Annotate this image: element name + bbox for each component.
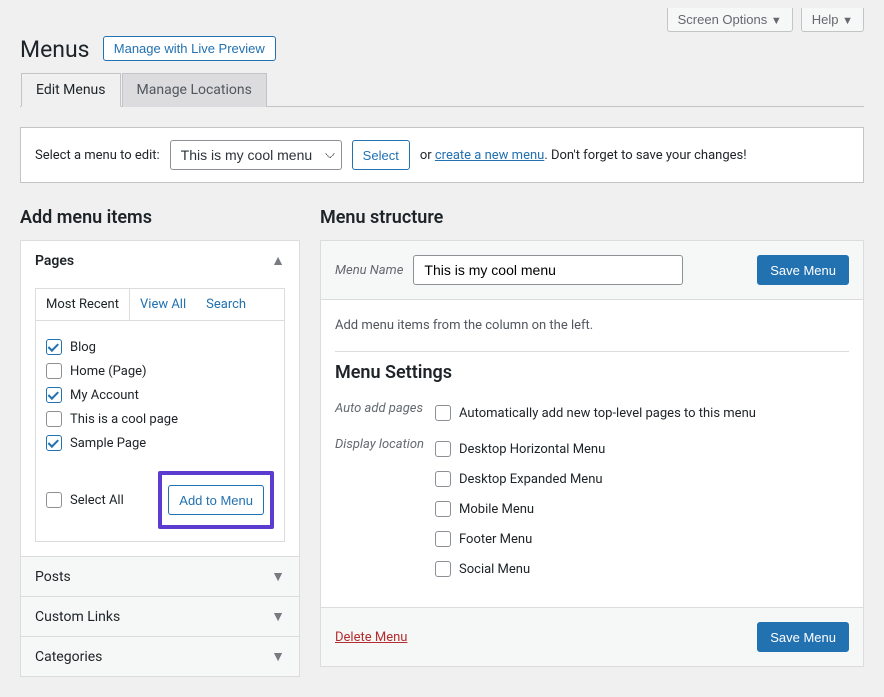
chevron-down-icon: ▼ <box>842 15 853 27</box>
checkbox-select-all[interactable] <box>46 492 62 508</box>
checkbox-loc-social[interactable] <box>435 561 451 577</box>
tab-edit-menus[interactable]: Edit Menus <box>21 73 121 107</box>
chevron-up-icon: ▲ <box>271 252 285 269</box>
save-menu-button-bottom[interactable]: Save Menu <box>757 622 849 652</box>
menu-name-input[interactable] <box>413 255 683 285</box>
checkbox-loc-mobile[interactable] <box>435 501 451 517</box>
accordion-categories[interactable]: Categories ▼ <box>21 637 299 676</box>
chevron-down-icon: ▼ <box>271 608 285 625</box>
manage-live-preview-button[interactable]: Manage with Live Preview <box>103 36 276 61</box>
page-label: This is a cool page <box>70 412 178 427</box>
page-label: Blog <box>70 340 96 355</box>
checkbox-page-cool[interactable] <box>46 411 62 427</box>
screen-options-button[interactable]: Screen Options ▼ <box>667 8 793 32</box>
chevron-down-icon: ▼ <box>271 568 285 585</box>
select-menu-button[interactable]: Select <box>352 140 410 170</box>
tab-manage-locations[interactable]: Manage Locations <box>122 73 267 107</box>
help-button[interactable]: Help ▼ <box>801 8 864 32</box>
accordion-pages[interactable]: Pages ▲ <box>21 241 299 280</box>
menu-structure-heading: Menu structure <box>320 207 864 228</box>
auto-add-label: Auto add pages <box>335 401 435 425</box>
chevron-down-icon: ▼ <box>271 648 285 665</box>
menu-select[interactable]: This is my cool menu <box>170 140 342 170</box>
page-label: My Account <box>70 388 139 403</box>
checkbox-auto-add[interactable] <box>435 405 451 421</box>
menu-select-bar: Select a menu to edit: This is my cool m… <box>20 127 864 183</box>
menu-items-accordion: Pages ▲ Most Recent View All Search B <box>20 240 300 677</box>
page-label: Home (Page) <box>70 364 147 379</box>
page-title: Menus <box>20 36 90 63</box>
chevron-down-icon: ▼ <box>771 15 782 27</box>
subtab-search[interactable]: Search <box>196 289 256 320</box>
display-location-label: Display location <box>335 437 435 581</box>
checkbox-loc-footer[interactable] <box>435 531 451 547</box>
checkbox-page-home[interactable] <box>46 363 62 379</box>
accordion-custom-links[interactable]: Custom Links ▼ <box>21 597 299 636</box>
add-to-menu-button[interactable]: Add to Menu <box>168 485 264 515</box>
create-new-menu-link[interactable]: create a new menu <box>435 148 544 163</box>
select-menu-prompt: Select a menu to edit: <box>35 148 160 163</box>
checkbox-loc-desktop-expanded[interactable] <box>435 471 451 487</box>
menu-name-label: Menu Name <box>335 263 403 278</box>
checkbox-page-blog[interactable] <box>46 339 62 355</box>
subtab-view-all[interactable]: View All <box>130 289 196 320</box>
delete-menu-link[interactable]: Delete Menu <box>335 630 407 645</box>
add-menu-items-heading: Add menu items <box>20 207 300 228</box>
checkbox-loc-desktop-horizontal[interactable] <box>435 441 451 457</box>
menu-settings-heading: Menu Settings <box>335 362 849 383</box>
checkbox-page-sample[interactable] <box>46 435 62 451</box>
page-label: Sample Page <box>70 436 146 451</box>
menu-body-hint: Add menu items from the column on the le… <box>321 300 863 351</box>
accordion-posts[interactable]: Posts ▼ <box>21 557 299 596</box>
highlight-add-to-menu: Add to Menu <box>158 471 274 529</box>
checkbox-page-my-account[interactable] <box>46 387 62 403</box>
subtab-most-recent[interactable]: Most Recent <box>36 289 130 320</box>
save-menu-button-top[interactable]: Save Menu <box>757 255 849 285</box>
